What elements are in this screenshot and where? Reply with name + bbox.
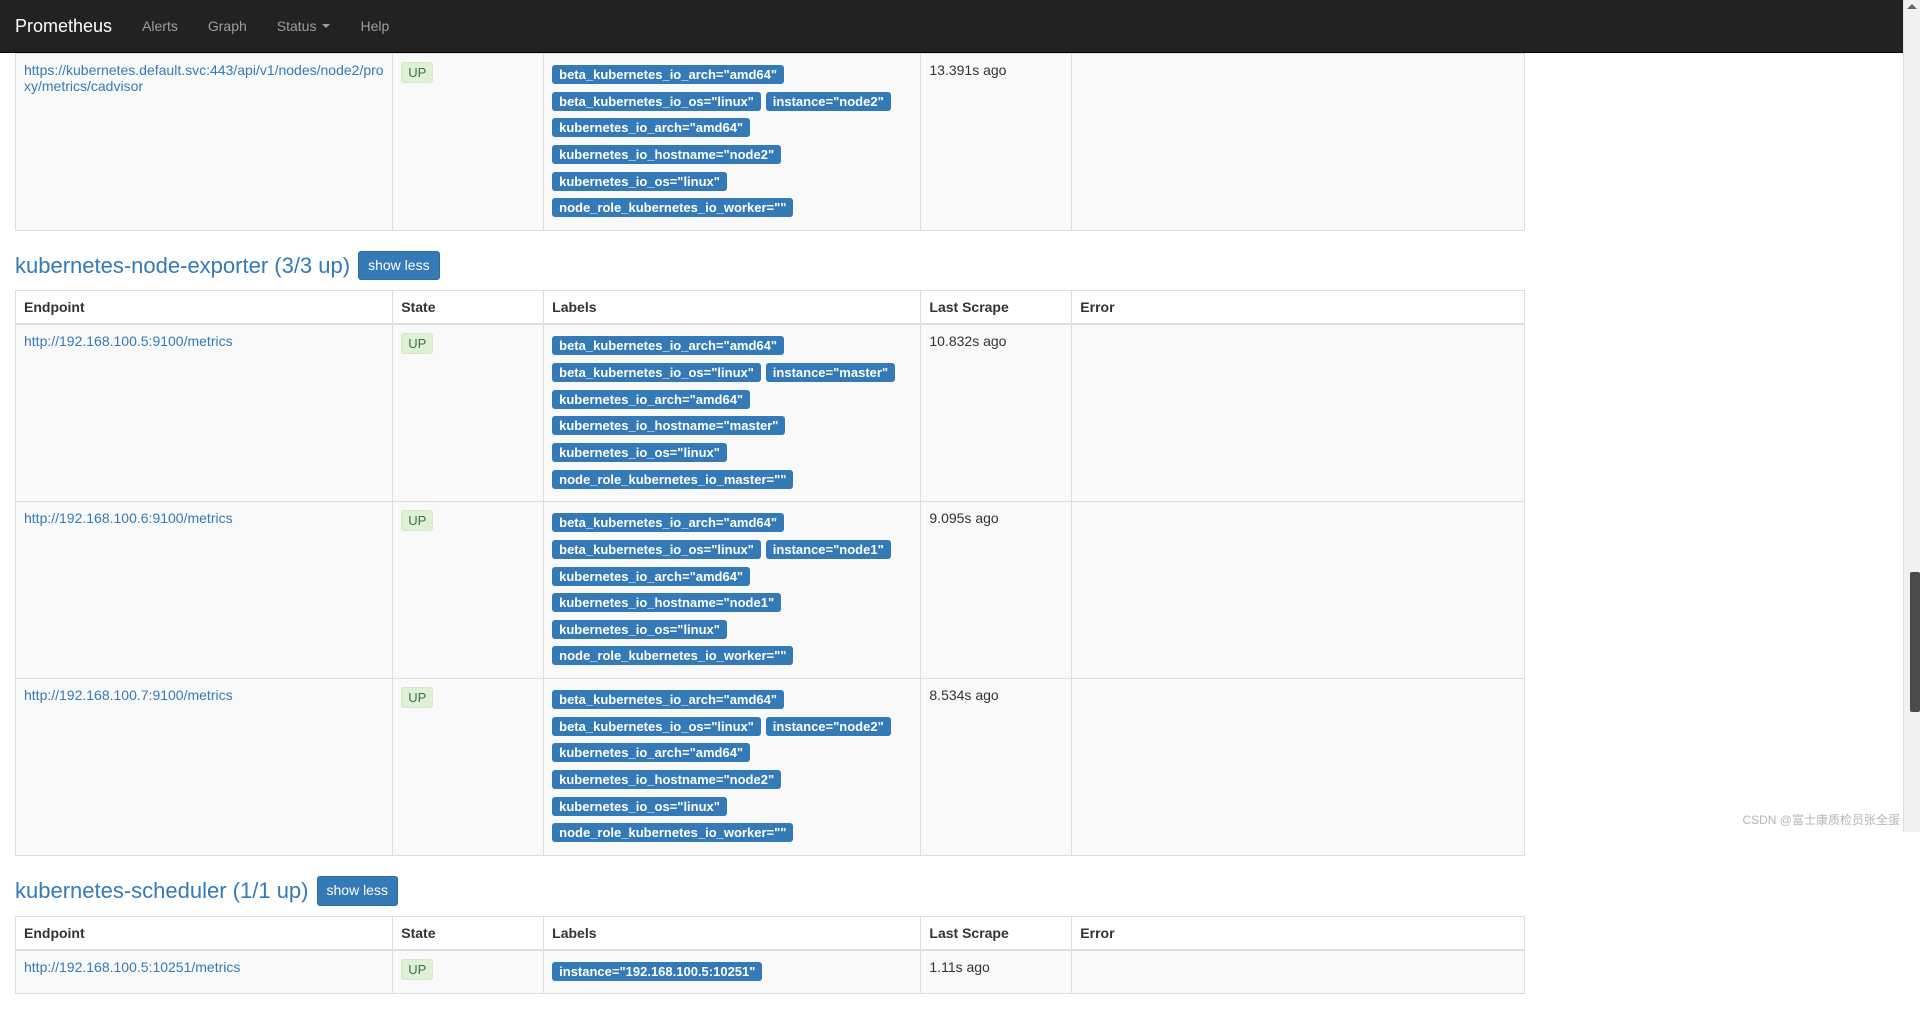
label-badge: instance="node2" xyxy=(766,717,891,736)
label-badge: node_role_kubernetes_io_worker="" xyxy=(552,198,793,217)
column-header-state: State xyxy=(393,916,544,950)
last-scrape: 8.534s ago xyxy=(921,679,1072,856)
table-row: http://192.168.100.7:9100/metrics UP beta_… xyxy=(16,679,1525,856)
section-title-kubernetes-node-exporter[interactable]: kubernetes-node-exporter (3/3 up) show le… xyxy=(15,251,1525,281)
endpoint-link[interactable]: http://192.168.100.6:9100/metrics xyxy=(24,510,233,526)
endpoint-link[interactable]: http://192.168.100.7:9100/metrics xyxy=(24,687,233,703)
label-badge: beta_kubernetes_io_arch="amd64" xyxy=(552,65,784,84)
label-badge: instance="node2" xyxy=(766,92,891,111)
nav-alerts[interactable]: Alerts xyxy=(127,3,193,49)
error-cell xyxy=(1072,950,1525,994)
label-badge: kubernetes_io_arch="amd64" xyxy=(552,118,750,137)
label-badge: kubernetes_io_arch="amd64" xyxy=(552,743,750,762)
label-badge: kubernetes_io_hostname="node2" xyxy=(552,770,781,789)
column-header-labels: Labels xyxy=(544,916,921,950)
column-header-error: Error xyxy=(1072,916,1525,950)
targets-table-kubernetes-cadvisor: https://kubernetes.default.svc:443/api/v… xyxy=(15,53,1525,231)
label-badge: beta_kubernetes_io_os="linux" xyxy=(552,363,761,382)
nav-help[interactable]: Help xyxy=(345,3,404,49)
error-cell xyxy=(1072,679,1525,856)
last-scrape: 13.391s ago xyxy=(921,54,1072,231)
column-header-endpoint: Endpoint xyxy=(16,291,393,325)
label-badge: node_role_kubernetes_io_worker="" xyxy=(552,823,793,842)
state-badge: UP xyxy=(401,510,433,531)
column-header-last_scrape: Last Scrape xyxy=(921,291,1072,325)
label-badge: kubernetes_io_os="linux" xyxy=(552,443,727,462)
targets-table-kubernetes-scheduler: EndpointStateLabelsLast ScrapeErrorhttp:… xyxy=(15,916,1525,995)
state-badge: UP xyxy=(401,333,433,354)
column-header-error: Error xyxy=(1072,291,1525,325)
section-title-text: kubernetes-node-exporter (3/3 up) xyxy=(15,253,350,279)
label-badge: beta_kubernetes_io_os="linux" xyxy=(552,540,761,559)
table-row: https://kubernetes.default.svc:443/api/v… xyxy=(16,54,1525,231)
labels-cell: beta_kubernetes_io_arch="amd64" beta_kub… xyxy=(544,54,921,231)
column-header-labels: Labels xyxy=(544,291,921,325)
state-badge: UP xyxy=(401,687,433,708)
nav-status-label: Status xyxy=(277,18,317,34)
column-header-endpoint: Endpoint xyxy=(16,916,393,950)
scroll-up-icon xyxy=(1907,4,1917,9)
navbar-brand[interactable]: Prometheus xyxy=(0,1,127,52)
column-header-state: State xyxy=(393,291,544,325)
endpoint-link[interactable]: http://192.168.100.5:10251/metrics xyxy=(24,959,240,975)
show-less-button[interactable]: show less xyxy=(317,876,398,906)
label-badge: kubernetes_io_arch="amd64" xyxy=(552,390,750,409)
chevron-down-icon xyxy=(322,24,330,28)
label-badge: kubernetes_io_os="linux" xyxy=(552,620,727,639)
label-badge: kubernetes_io_hostname="node1" xyxy=(552,593,781,612)
label-badge: instance="192.168.100.5:10251" xyxy=(552,962,762,981)
label-badge: instance="master" xyxy=(766,363,895,382)
label-badge: beta_kubernetes_io_arch="amd64" xyxy=(552,513,784,532)
labels-cell: instance="192.168.100.5:10251" xyxy=(544,950,921,994)
nav-graph[interactable]: Graph xyxy=(193,3,262,49)
targets-container: https://kubernetes.default.svc:443/api/v… xyxy=(0,53,1540,994)
labels-cell: beta_kubernetes_io_arch="amd64" beta_kub… xyxy=(544,324,921,501)
endpoint-link[interactable]: http://192.168.100.5:9100/metrics xyxy=(24,333,233,349)
state-badge: UP xyxy=(401,62,433,83)
last-scrape: 9.095s ago xyxy=(921,502,1072,679)
state-badge: UP xyxy=(401,959,433,980)
label-badge: beta_kubernetes_io_os="linux" xyxy=(552,717,761,736)
scrollbar-thumb[interactable] xyxy=(1910,572,1920,712)
navbar: Prometheus Alerts Graph Status Help xyxy=(0,0,1920,53)
show-less-button[interactable]: show less xyxy=(358,251,439,281)
label-badge: kubernetes_io_hostname="master" xyxy=(552,416,785,435)
label-badge: instance="node1" xyxy=(766,540,891,559)
table-row: http://192.168.100.5:10251/metrics UP inst… xyxy=(16,950,1525,994)
section-title-kubernetes-scheduler[interactable]: kubernetes-scheduler (1/1 up) show less xyxy=(15,876,1525,906)
endpoint-link[interactable]: https://kubernetes.default.svc:443/api/v… xyxy=(24,62,384,94)
label-badge: node_role_kubernetes_io_worker="" xyxy=(552,646,793,665)
label-badge: kubernetes_io_os="linux" xyxy=(552,797,727,816)
error-cell xyxy=(1072,324,1525,501)
last-scrape: 1.11s ago xyxy=(921,950,1072,994)
label-badge: kubernetes_io_hostname="node2" xyxy=(552,145,781,164)
error-cell xyxy=(1072,54,1525,231)
labels-cell: beta_kubernetes_io_arch="amd64" beta_kub… xyxy=(544,502,921,679)
targets-table-kubernetes-node-exporter: EndpointStateLabelsLast ScrapeErrorhttp:… xyxy=(15,290,1525,856)
label-badge: beta_kubernetes_io_arch="amd64" xyxy=(552,336,784,355)
label-badge: beta_kubernetes_io_os="linux" xyxy=(552,92,761,111)
watermark-text: CSDN @富士康质检员张全蛋 xyxy=(1742,811,1900,828)
label-badge: beta_kubernetes_io_arch="amd64" xyxy=(552,690,784,709)
labels-cell: beta_kubernetes_io_arch="amd64" beta_kub… xyxy=(544,679,921,856)
error-cell xyxy=(1072,502,1525,679)
label-badge: node_role_kubernetes_io_master="" xyxy=(552,470,793,489)
last-scrape: 10.832s ago xyxy=(921,324,1072,501)
table-row: http://192.168.100.5:9100/metrics UP beta_… xyxy=(16,324,1525,501)
column-header-last_scrape: Last Scrape xyxy=(921,916,1072,950)
table-row: http://192.168.100.6:9100/metrics UP beta_… xyxy=(16,502,1525,679)
section-title-text: kubernetes-scheduler (1/1 up) xyxy=(15,878,309,904)
nav-status[interactable]: Status xyxy=(262,3,346,49)
label-badge: kubernetes_io_arch="amd64" xyxy=(552,567,750,586)
label-badge: kubernetes_io_os="linux" xyxy=(552,172,727,191)
